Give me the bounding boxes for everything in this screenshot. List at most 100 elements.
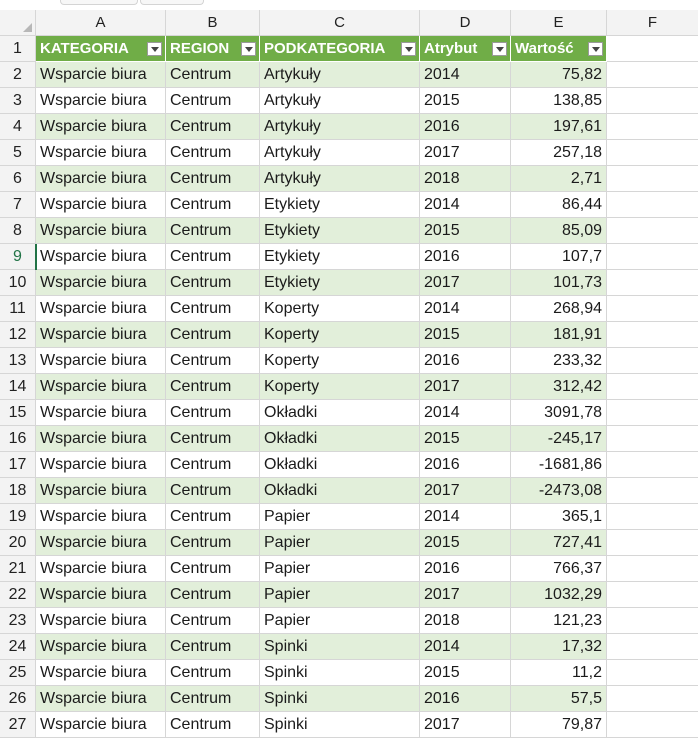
empty-cell[interactable] (607, 322, 698, 348)
row-number[interactable]: 17 (0, 452, 36, 478)
cell-podkategoria[interactable]: Koperty (260, 374, 420, 400)
cell-podkategoria[interactable]: Artykuły (260, 114, 420, 140)
cell-kategoria[interactable]: Wsparcie biura (36, 348, 166, 374)
cell-region[interactable]: Centrum (166, 634, 260, 660)
cell-podkategoria[interactable]: Okładki (260, 452, 420, 478)
cell-podkategoria[interactable]: Papier (260, 530, 420, 556)
empty-cell[interactable] (607, 270, 698, 296)
empty-cell[interactable] (607, 36, 698, 62)
cell-atrybut[interactable]: 2015 (420, 660, 511, 686)
cell-kategoria[interactable]: Wsparcie biura (36, 504, 166, 530)
cell-kategoria[interactable]: Wsparcie biura (36, 686, 166, 712)
cell-kategoria[interactable]: Wsparcie biura (36, 608, 166, 634)
cell-atrybut[interactable]: 2017 (420, 712, 511, 738)
header-cell-region[interactable]: REGION (166, 36, 260, 62)
column-heading-b[interactable]: B (166, 10, 260, 36)
cell-wartosc[interactable]: 3091,78 (511, 400, 607, 426)
column-heading-c[interactable]: C (260, 10, 420, 36)
empty-cell[interactable] (607, 62, 698, 88)
cell-region[interactable]: Centrum (166, 348, 260, 374)
empty-cell[interactable] (607, 426, 698, 452)
empty-cell[interactable] (607, 712, 698, 738)
cell-wartosc[interactable]: -245,17 (511, 426, 607, 452)
row-number[interactable]: 21 (0, 556, 36, 582)
cell-atrybut[interactable]: 2017 (420, 478, 511, 504)
cell-podkategoria[interactable]: Papier (260, 608, 420, 634)
row-number[interactable]: 6 (0, 166, 36, 192)
cell-kategoria[interactable]: Wsparcie biura (36, 62, 166, 88)
row-number[interactable]: 14 (0, 374, 36, 400)
empty-cell[interactable] (607, 452, 698, 478)
cell-region[interactable]: Centrum (166, 504, 260, 530)
cell-atrybut[interactable]: 2014 (420, 62, 511, 88)
cell-wartosc[interactable]: 79,87 (511, 712, 607, 738)
cell-podkategoria[interactable]: Okładki (260, 400, 420, 426)
cell-region[interactable]: Centrum (166, 270, 260, 296)
sheet-tab-edge[interactable] (60, 0, 138, 5)
empty-cell[interactable] (607, 114, 698, 140)
column-heading-e[interactable]: E (511, 10, 607, 36)
cell-podkategoria[interactable]: Spinki (260, 634, 420, 660)
cell-atrybut[interactable]: 2016 (420, 452, 511, 478)
row-number[interactable]: 16 (0, 426, 36, 452)
row-number[interactable]: 13 (0, 348, 36, 374)
cell-wartosc[interactable]: -1681,86 (511, 452, 607, 478)
row-number[interactable]: 22 (0, 582, 36, 608)
cell-kategoria[interactable]: Wsparcie biura (36, 270, 166, 296)
row-number[interactable]: 5 (0, 140, 36, 166)
empty-cell[interactable] (607, 504, 698, 530)
column-heading-a[interactable]: A (36, 10, 166, 36)
empty-cell[interactable] (607, 556, 698, 582)
cell-atrybut[interactable]: 2015 (420, 426, 511, 452)
cell-region[interactable]: Centrum (166, 62, 260, 88)
cell-atrybut[interactable]: 2014 (420, 634, 511, 660)
cell-region[interactable]: Centrum (166, 114, 260, 140)
cell-wartosc[interactable]: 121,23 (511, 608, 607, 634)
cell-podkategoria[interactable]: Papier (260, 556, 420, 582)
cell-podkategoria[interactable]: Spinki (260, 660, 420, 686)
cell-region[interactable]: Centrum (166, 608, 260, 634)
cell-atrybut[interactable]: 2018 (420, 608, 511, 634)
cell-podkategoria[interactable]: Koperty (260, 296, 420, 322)
filter-dropdown-icon[interactable] (492, 42, 507, 56)
cell-wartosc[interactable]: 11,2 (511, 660, 607, 686)
cell-kategoria[interactable]: Wsparcie biura (36, 712, 166, 738)
filter-dropdown-icon[interactable] (241, 42, 256, 56)
empty-cell[interactable] (607, 530, 698, 556)
cell-wartosc[interactable]: 766,37 (511, 556, 607, 582)
cell-wartosc[interactable]: 727,41 (511, 530, 607, 556)
cell-kategoria[interactable]: Wsparcie biura (36, 244, 166, 270)
cell-atrybut[interactable]: 2015 (420, 88, 511, 114)
row-number[interactable]: 3 (0, 88, 36, 114)
cell-wartosc[interactable]: 107,7 (511, 244, 607, 270)
row-number[interactable]: 8 (0, 218, 36, 244)
cell-podkategoria[interactable]: Artykuły (260, 166, 420, 192)
row-number[interactable]: 26 (0, 686, 36, 712)
row-number[interactable]: 12 (0, 322, 36, 348)
row-number[interactable]: 15 (0, 400, 36, 426)
cell-region[interactable]: Centrum (166, 218, 260, 244)
cell-region[interactable]: Centrum (166, 140, 260, 166)
cell-atrybut[interactable]: 2015 (420, 322, 511, 348)
filter-dropdown-icon[interactable] (401, 42, 416, 56)
cell-region[interactable]: Centrum (166, 530, 260, 556)
cell-kategoria[interactable]: Wsparcie biura (36, 634, 166, 660)
row-number[interactable]: 1 (0, 36, 36, 62)
row-number[interactable]: 27 (0, 712, 36, 738)
cell-kategoria[interactable]: Wsparcie biura (36, 530, 166, 556)
cell-wartosc[interactable]: 365,1 (511, 504, 607, 530)
filter-dropdown-icon[interactable] (147, 42, 162, 56)
cell-region[interactable]: Centrum (166, 244, 260, 270)
cell-region[interactable]: Centrum (166, 686, 260, 712)
row-number[interactable]: 11 (0, 296, 36, 322)
empty-cell[interactable] (607, 140, 698, 166)
empty-cell[interactable] (607, 478, 698, 504)
row-number[interactable]: 18 (0, 478, 36, 504)
cell-atrybut[interactable]: 2015 (420, 218, 511, 244)
cell-wartosc[interactable]: 101,73 (511, 270, 607, 296)
row-number[interactable]: 2 (0, 62, 36, 88)
cell-kategoria[interactable]: Wsparcie biura (36, 88, 166, 114)
cell-atrybut[interactable]: 2014 (420, 504, 511, 530)
cell-podkategoria[interactable]: Etykiety (260, 192, 420, 218)
cell-atrybut[interactable]: 2016 (420, 348, 511, 374)
